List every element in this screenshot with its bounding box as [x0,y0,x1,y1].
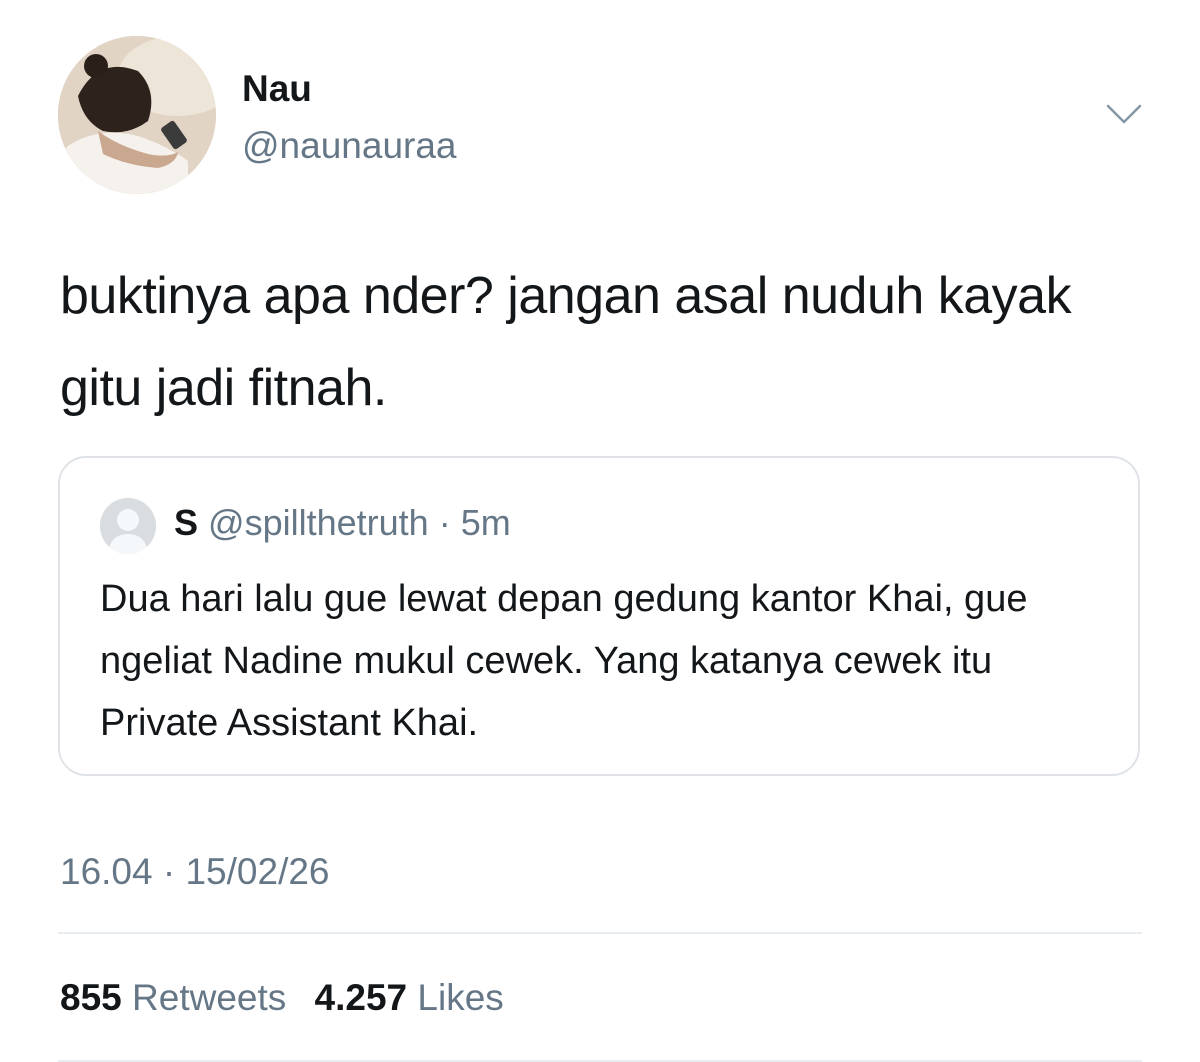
quoted-author-display-name[interactable]: S [174,502,198,543]
quoted-tweet-text: Dua hari lalu gue lewat depan gedung kan… [100,578,1028,744]
tweet-text: buktinya apa nder? jangan asal nuduh kay… [60,267,1072,417]
timestamp-date: 15/02/26 [185,851,330,892]
author-display-name[interactable]: Nau [242,68,312,110]
retweets-count[interactable]: 855 [60,977,122,1018]
timestamp-time: 16.04 [60,851,153,892]
quoted-separator: · [438,502,451,543]
default-avatar-icon [100,498,156,554]
author-handle[interactable]: @naunauraa [242,124,457,168]
quoted-author-handle[interactable]: @spillthetruth [208,502,429,543]
likes-label[interactable]: Likes [417,977,503,1018]
quoted-tweet-card[interactable]: S @spillthetruth · 5m Dua hari lalu gue … [58,456,1140,776]
profile-photo [58,36,216,194]
timestamp-separator: · [162,851,176,892]
author-avatar[interactable] [58,36,216,194]
quoted-tweet-header: S @spillthetruth · 5m [174,498,511,548]
likes-count[interactable]: 4.257 [315,977,408,1018]
retweets-label[interactable]: Retweets [132,977,286,1018]
engagement-stats: 855 Retweets 4.257 Likes [60,974,522,1022]
chevron-down-icon[interactable] [1104,102,1144,128]
quoted-time-ago: 5m [460,502,511,543]
tweet-timestamp[interactable]: 16.04 · 15/02/26 [60,848,330,896]
divider [58,932,1142,934]
